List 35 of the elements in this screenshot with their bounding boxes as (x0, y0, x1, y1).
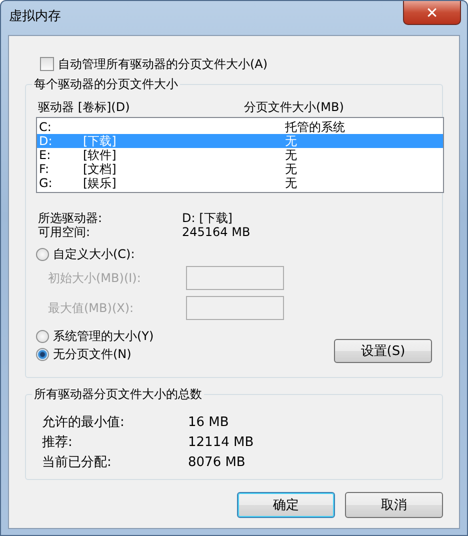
total-value: 8076 MB (188, 454, 246, 472)
info-label: 可用空间: (38, 225, 92, 239)
group-title: 每个驱动器的分页文件大小 (32, 76, 180, 93)
total-label: 推荐: (42, 434, 74, 452)
column-header: 分页文件大小(MB) (244, 99, 344, 115)
drive-row[interactable]: E: [软件] 无 (37, 148, 443, 162)
radio-button[interactable] (36, 330, 49, 342)
total-label: 允许的最小值: (42, 414, 126, 432)
info-label: 所选驱动器: (38, 211, 104, 225)
info-value: 245164 MB (182, 225, 250, 239)
input-field[interactable] (186, 266, 284, 290)
info-value: D: [下载] (182, 211, 232, 225)
close-button[interactable]: ✕ (403, 1, 461, 25)
radio-label: 自定义大小(C): (53, 246, 135, 262)
column-header: 驱动器 [卷标](D) (38, 99, 131, 115)
drive-row[interactable]: F: [文档] 无 (37, 162, 443, 176)
total-value: 16 MB (188, 414, 229, 432)
drive-row[interactable]: G: [娱乐] 无 (37, 176, 443, 190)
total-label: 当前已分配: (42, 454, 112, 472)
checkbox[interactable] (40, 57, 54, 71)
set-button[interactable]: 设置(S) (334, 339, 432, 363)
drive-row[interactable]: C: 托管的系统 (37, 120, 443, 134)
ok-button[interactable]: 确定 (237, 492, 335, 518)
field-label: 最大值(MB)(X): (48, 300, 135, 316)
field-label: 初始大小(MB)(I): (48, 270, 142, 286)
checkbox-label: 自动管理所有驱动器的分页文件大小(A) (58, 56, 268, 72)
total-value: 12114 MB (188, 434, 254, 452)
radio-button[interactable] (36, 348, 49, 360)
group-title: 所有驱动器分页文件大小的总数 (32, 386, 204, 403)
input-field[interactable] (186, 296, 284, 320)
radio-button[interactable] (36, 248, 49, 260)
radio-label: 系统管理的大小(Y) (53, 328, 154, 344)
radio-label: 无分页文件(N) (53, 346, 132, 362)
cancel-button[interactable]: 取消 (345, 492, 443, 518)
window-title: 虚拟内存 (9, 8, 61, 25)
